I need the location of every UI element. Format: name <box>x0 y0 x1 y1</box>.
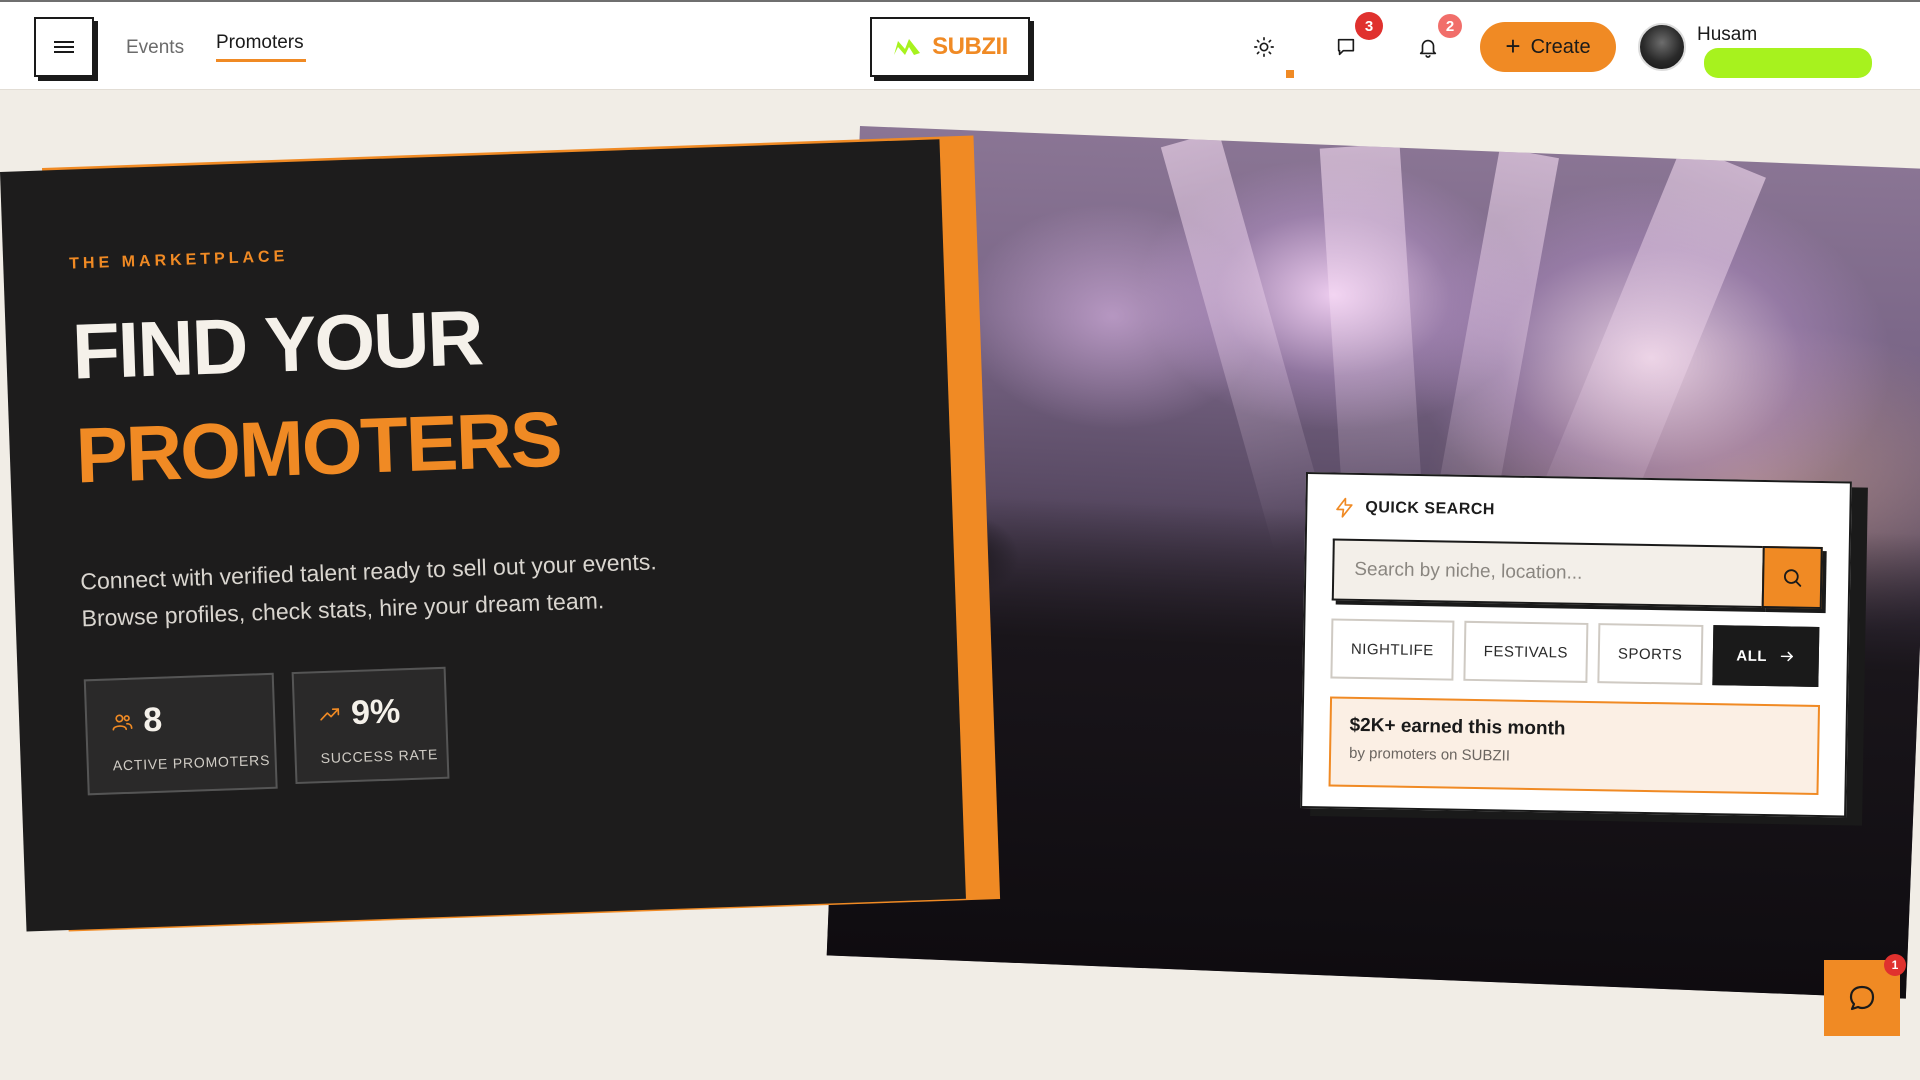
chat-bubble-icon <box>1849 985 1875 1011</box>
user-subtitle-redacted <box>1704 48 1872 78</box>
nav-promoters[interactable]: Promoters <box>216 32 304 54</box>
chip-sports[interactable]: SPORTS <box>1597 623 1703 685</box>
search-input[interactable] <box>1331 538 1763 608</box>
quick-search-panel: QUICK SEARCH NIGHTLIFE FESTIVALS SPORTS … <box>1300 472 1852 818</box>
hamburger-icon <box>54 41 74 53</box>
hero-stats: 8 ACTIVE PROMOTERS 9% SUCCESS RATE <box>83 649 962 796</box>
trending-up-icon <box>320 707 340 721</box>
hero-card: THE MARKETPLACE FIND YOUR PROMOTERS Conn… <box>0 139 966 932</box>
nav-active-indicator <box>216 59 306 62</box>
stat-label: ACTIVE PROMOTERS <box>112 751 271 774</box>
plus-icon: + <box>1505 31 1521 61</box>
arrow-right-icon <box>1780 651 1794 662</box>
bell-icon <box>1419 39 1437 58</box>
stat-success-rate: 9% SUCCESS RATE <box>291 666 450 785</box>
quick-search-bar <box>1331 538 1823 610</box>
sun-icon <box>1254 37 1274 57</box>
chip-all[interactable]: ALL <box>1711 625 1820 687</box>
notifications-badge: 2 <box>1438 14 1462 38</box>
earnings-callout: $2K+ earned this month by promoters on S… <box>1328 696 1821 795</box>
quick-search-title: QUICK SEARCH <box>1333 496 1823 527</box>
lightning-icon <box>1336 497 1353 518</box>
user-avatar[interactable] <box>1638 23 1686 71</box>
hero-description: Connect with verified talent ready to se… <box>79 548 658 632</box>
search-icon <box>1783 569 1802 587</box>
chip-festivals[interactable]: FESTIVALS <box>1463 620 1589 683</box>
logo[interactable]: SUBZII <box>870 17 1030 77</box>
user-name[interactable]: Husam <box>1697 24 1757 46</box>
logo-mark-icon <box>894 39 921 55</box>
users-icon <box>112 713 133 731</box>
top-bar: Events Promoters SUBZII 3 2 + Create Hus… <box>0 0 1920 90</box>
logo-text: SUBZII <box>932 33 1008 60</box>
chip-nightlife[interactable]: NIGHTLIFE <box>1330 618 1455 681</box>
hero-headline: FIND YOUR PROMOTERS <box>70 269 951 507</box>
create-label: Create <box>1530 35 1591 58</box>
earnings-subtitle: by promoters on SUBZII <box>1348 744 1511 765</box>
stat-active-promoters: 8 ACTIVE PROMOTERS <box>83 672 278 796</box>
chip-all-label: ALL <box>1736 647 1768 665</box>
earnings-title: $2K+ earned this month <box>1349 714 1566 740</box>
hero-eyebrow: THE MARKETPLACE <box>68 247 289 273</box>
stat-value: 8 <box>142 700 163 740</box>
messages-badge: 3 <box>1355 12 1383 40</box>
search-button[interactable] <box>1761 545 1823 610</box>
theme-indicator-dot <box>1286 70 1294 78</box>
category-chips: NIGHTLIFE FESTIVALS SPORTS ALL <box>1330 618 1821 687</box>
stat-label: SUCCESS RATE <box>320 746 439 767</box>
support-chat-badge: 1 <box>1884 954 1906 976</box>
quick-search-title-text: QUICK SEARCH <box>1365 499 1496 519</box>
stat-value: 9% <box>350 692 401 733</box>
menu-button[interactable] <box>34 17 94 77</box>
create-button[interactable]: + Create <box>1480 22 1616 72</box>
nav-events[interactable]: Events <box>126 37 184 59</box>
theme-toggle-button[interactable] <box>1246 29 1282 65</box>
message-icon <box>1337 38 1355 56</box>
